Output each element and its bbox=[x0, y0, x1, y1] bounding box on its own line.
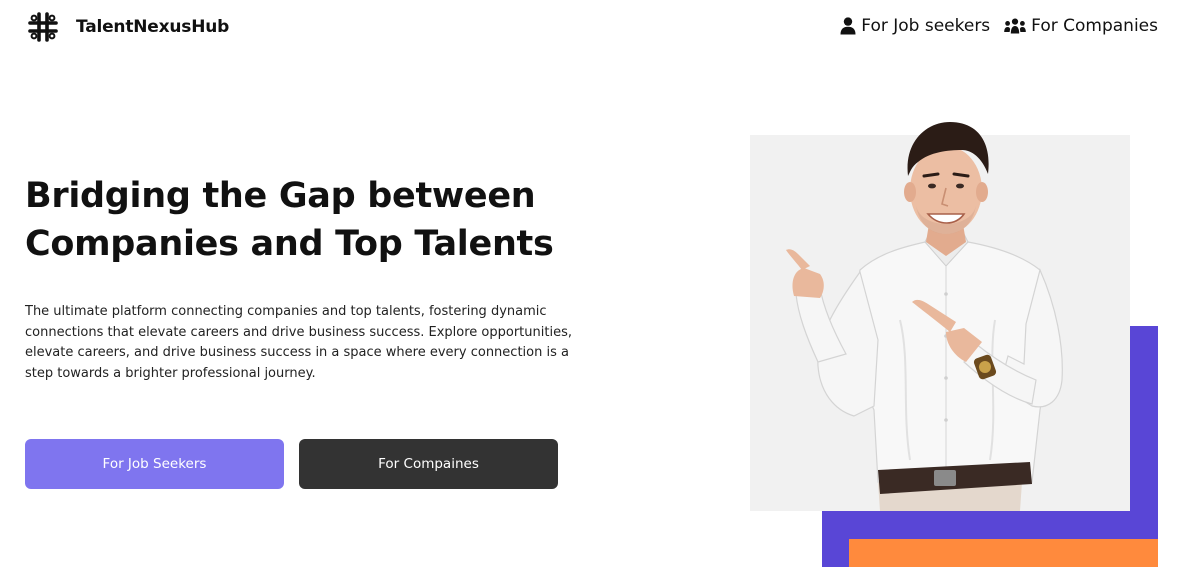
for-companies-button[interactable]: For Compaines bbox=[299, 439, 558, 489]
nav-links: For Job seekers For Companies bbox=[840, 16, 1158, 36]
hero-visual bbox=[750, 110, 1160, 570]
nav-link-job-seekers-label: For Job seekers bbox=[861, 16, 991, 36]
hero-title-line-2: Companies and Top Talents bbox=[25, 224, 554, 264]
for-job-seekers-button-label: For Job Seekers bbox=[102, 456, 207, 472]
nav-link-companies-label: For Companies bbox=[1031, 16, 1158, 36]
nav-link-job-seekers[interactable]: For Job seekers bbox=[840, 16, 990, 36]
brand-logo-icon bbox=[28, 12, 58, 42]
hero-title: Bridging the Gap between Companies and T… bbox=[25, 172, 585, 268]
brand[interactable]: TalentNexusHub bbox=[26, 10, 229, 44]
brand-name: TalentNexusHub bbox=[76, 17, 230, 37]
navbar: TalentNexusHub For Job seekers For Compa… bbox=[0, 0, 1188, 56]
for-companies-button-label: For Compaines bbox=[378, 456, 479, 472]
orange-accent-strip bbox=[849, 539, 1158, 567]
nav-link-companies[interactable]: For Companies bbox=[1004, 16, 1158, 36]
hero-description: The ultimate platform connecting compani… bbox=[25, 304, 572, 381]
hero-title-line-1: Bridging the Gap between bbox=[25, 176, 536, 216]
users-group-icon bbox=[1004, 18, 1026, 34]
user-icon bbox=[840, 17, 856, 35]
for-job-seekers-button[interactable]: For Job Seekers bbox=[25, 439, 284, 489]
smiling-man-pointing-image bbox=[786, 122, 1063, 511]
